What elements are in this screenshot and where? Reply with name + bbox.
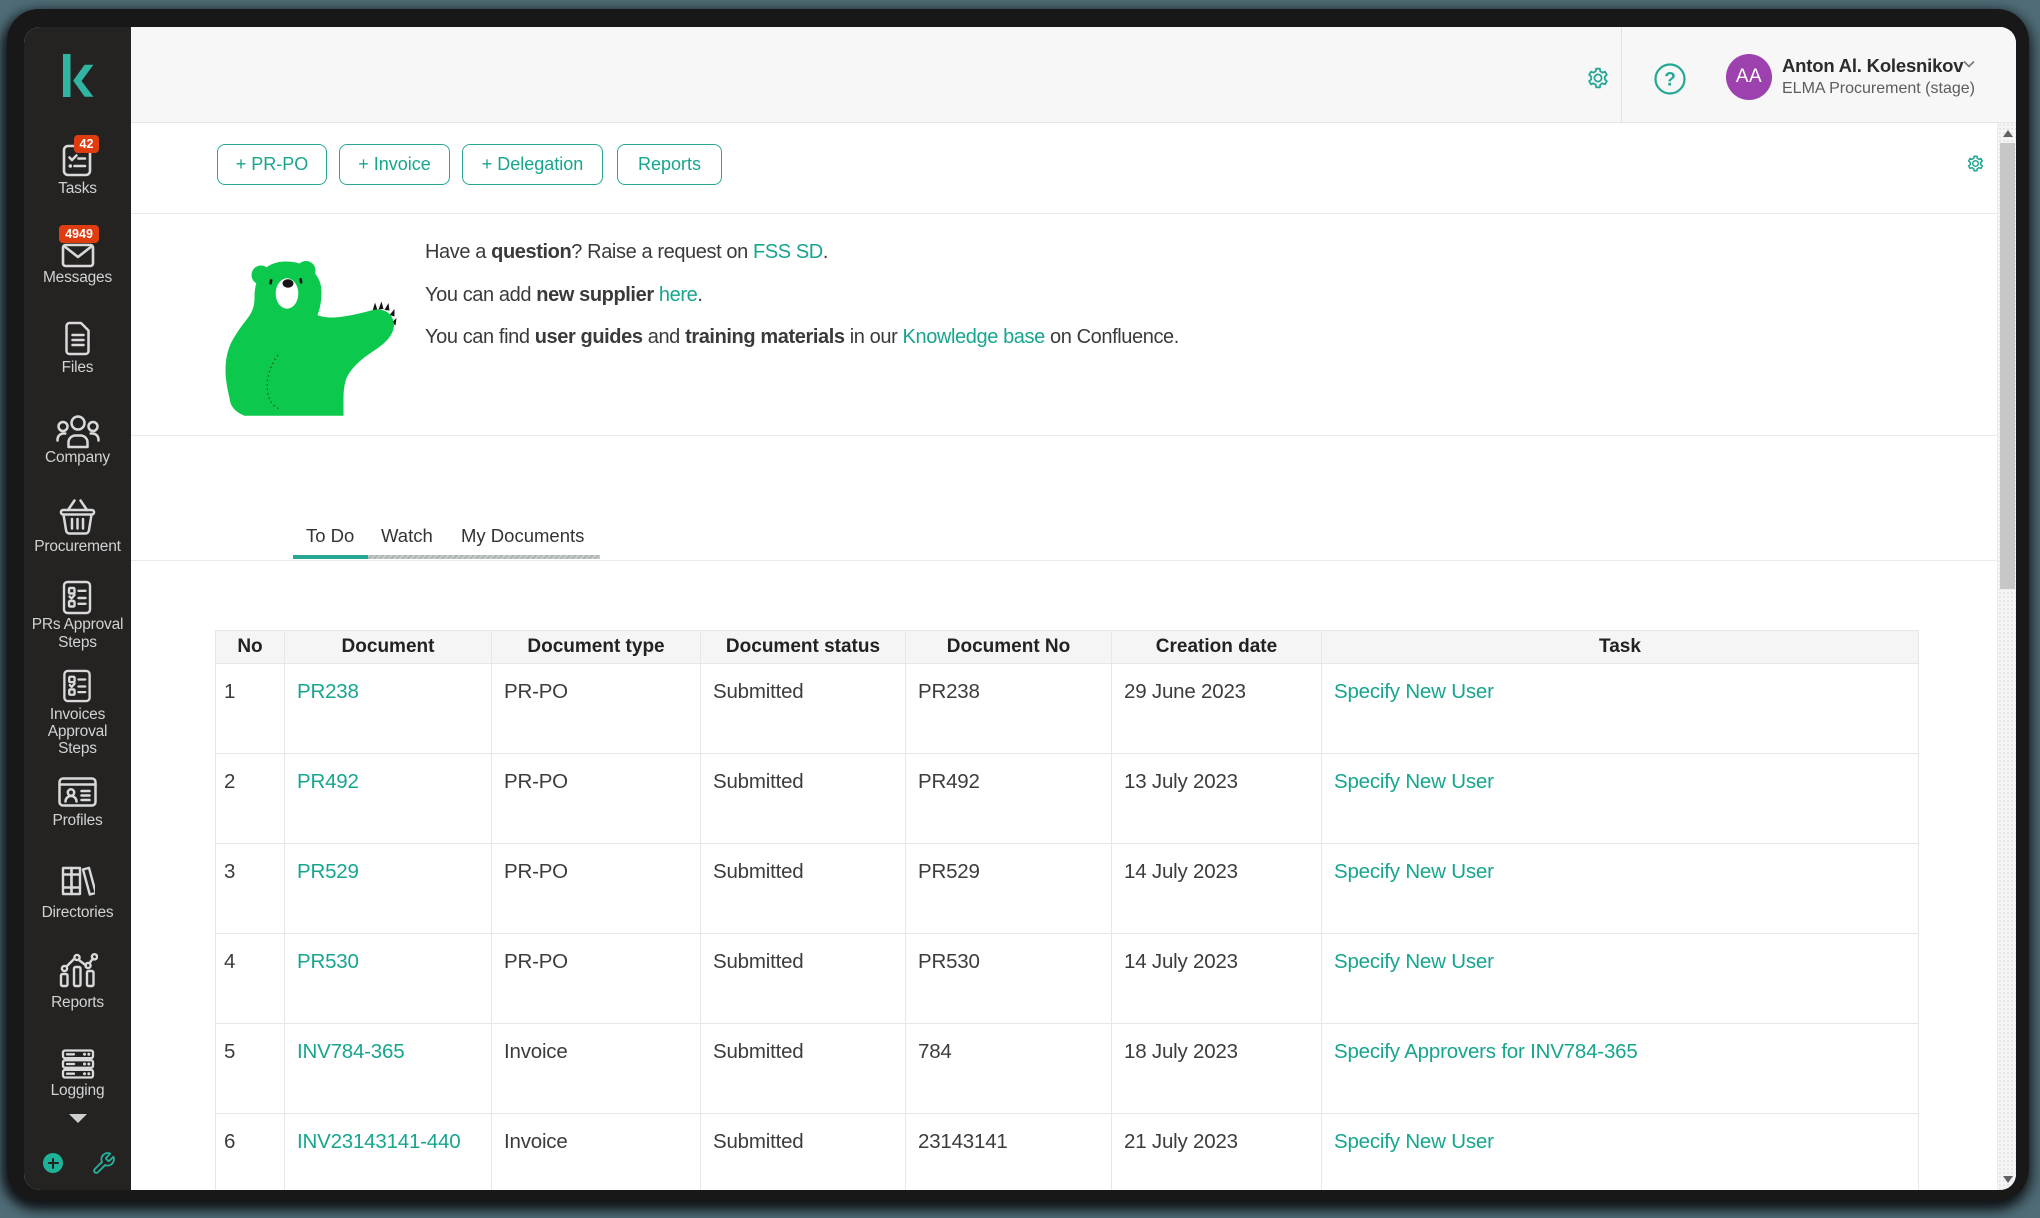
svg-text:?: ? bbox=[1664, 70, 1676, 91]
